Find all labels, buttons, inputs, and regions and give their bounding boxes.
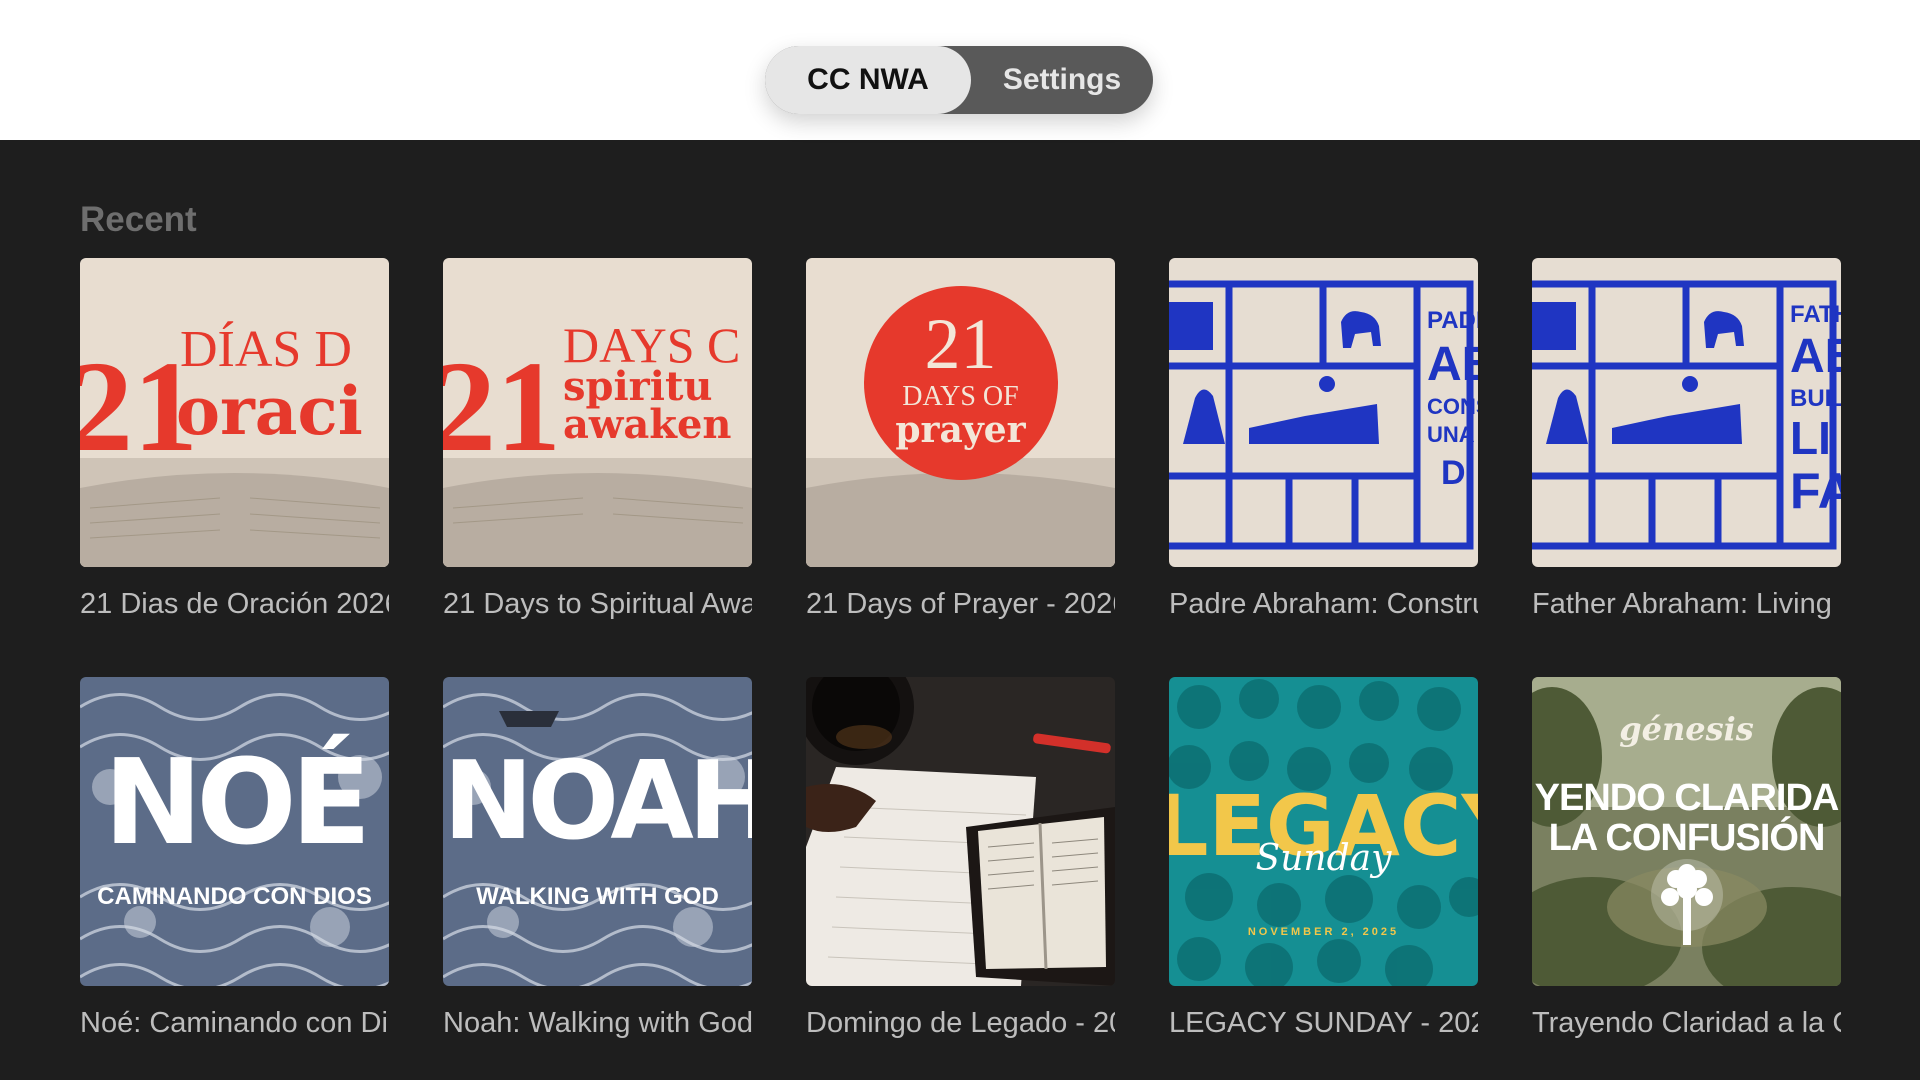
art-side-1: FATH bbox=[1790, 301, 1841, 328]
thumbnail-legacy-sunday: LEGACY Sunday NOVEMBER 2, 2025 bbox=[1169, 677, 1478, 986]
media-card[interactable]: FATH ABR BUIL LI FA Father Abraham: Livi… bbox=[1532, 258, 1841, 638]
tab-settings[interactable]: Settings bbox=[971, 46, 1153, 114]
item-title: Noah: Walking with God bbox=[443, 1007, 752, 1039]
recent-grid: 21 DÍAS D oraci 21 Dias de Oración 2026 … bbox=[80, 258, 1841, 1058]
thumbnail-noah: NOAH WALKING WITH GOD bbox=[443, 677, 752, 986]
art-line-1: DAYS OF bbox=[902, 381, 1019, 412]
thumbnail-padre-abraham: PADI ABR CONS UNA DI bbox=[1169, 258, 1478, 567]
art-side-5: DI bbox=[1441, 454, 1475, 492]
art-side-3: BUIL bbox=[1790, 385, 1841, 412]
item-title: Noé: Caminando con Dios bbox=[80, 1007, 389, 1039]
art-line-2: LA CONFUSIÓN bbox=[1548, 817, 1826, 859]
art-side-5: FA bbox=[1790, 463, 1841, 519]
item-title: 21 Days of Prayer - 2026 bbox=[806, 588, 1115, 620]
art-side-4: UNA bbox=[1427, 422, 1475, 447]
art-small-title: génesis bbox=[1619, 710, 1754, 748]
tab-bar: CC NWA Settings bbox=[765, 46, 1153, 114]
art-subtitle: WALKING WITH GOD bbox=[476, 883, 719, 910]
art-big-number: 21 bbox=[443, 335, 561, 479]
media-card[interactable]: LEGACY Sunday NOVEMBER 2, 2025 LEGACY SU… bbox=[1169, 677, 1478, 1057]
thumbnail-21-days-spiritual: 21 DAYS C spiritu awaken bbox=[443, 258, 752, 567]
media-card[interactable]: Domingo de Legado - 2025 bbox=[806, 677, 1115, 1057]
top-bar: CC NWA Settings bbox=[0, 0, 1920, 140]
art-side-2: ABR bbox=[1790, 330, 1841, 383]
media-card[interactable]: NOÉ CAMINANDO CON DIOS Noé: Caminando co… bbox=[80, 677, 389, 1057]
thumbnail-domingo-legado bbox=[806, 677, 1115, 986]
thumbnail-21-days-prayer: 21 DAYS OF prayer bbox=[806, 258, 1115, 567]
thumbnail-trayendo-claridad: génesis YENDO CLARIDA LA CONFUSIÓN bbox=[1532, 677, 1841, 986]
item-title: Trayendo Claridad a la Confusión bbox=[1532, 1007, 1841, 1039]
item-title: LEGACY SUNDAY - 2025 bbox=[1169, 1007, 1478, 1039]
art-subtitle: CAMINANDO CON DIOS bbox=[97, 883, 372, 910]
thumbnail-father-abraham: FATH ABR BUIL LI FA bbox=[1532, 258, 1841, 567]
art-title: NOÉ bbox=[103, 733, 372, 871]
art-title: NOAH bbox=[443, 739, 752, 864]
media-card[interactable]: génesis YENDO CLARIDA LA CONFUSIÓN Traye… bbox=[1532, 677, 1841, 1057]
media-card[interactable]: 21 DÍAS D oraci 21 Dias de Oración 2026 bbox=[80, 258, 389, 638]
media-card[interactable]: 21 DAYS OF prayer 21 Days of Prayer - 20… bbox=[806, 258, 1115, 638]
art-date: NOVEMBER 2, 2025 bbox=[1247, 926, 1400, 938]
item-title: Domingo de Legado - 2025 bbox=[806, 1007, 1115, 1039]
thumbnail-noe: NOÉ CAMINANDO CON DIOS bbox=[80, 677, 389, 986]
art-line-2: oraci bbox=[176, 372, 363, 450]
item-title: Padre Abraham: Construyendo una Vida de … bbox=[1169, 588, 1478, 620]
art-number: 21 bbox=[924, 304, 997, 384]
media-card[interactable]: PADI ABR CONS UNA DI Padre Abraham: Cons… bbox=[1169, 258, 1478, 638]
art-script: Sunday bbox=[1255, 838, 1392, 879]
art-line-3: awaken bbox=[563, 401, 732, 448]
art-side-2: ABR bbox=[1427, 338, 1478, 391]
tab-cc-nwa[interactable]: CC NWA bbox=[765, 46, 971, 114]
art-line-2: prayer bbox=[895, 409, 1026, 451]
thumbnail-21-dias: 21 DÍAS D oraci bbox=[80, 258, 389, 567]
art-side-1: PADI bbox=[1427, 307, 1478, 334]
art-side-4: LI bbox=[1790, 412, 1831, 464]
art-side-3: CONS bbox=[1427, 394, 1478, 419]
art-line-1: YENDO CLARIDA bbox=[1534, 777, 1840, 819]
art-line-1: DÍAS D bbox=[180, 320, 352, 378]
section-title-recent: Recent bbox=[80, 200, 197, 239]
item-title: 21 Dias de Oración 2026 bbox=[80, 588, 389, 620]
media-card[interactable]: NOAH WALKING WITH GOD Noah: Walking with… bbox=[443, 677, 752, 1057]
item-title: 21 Days to Spiritual Awakening bbox=[443, 588, 752, 620]
media-card[interactable]: 21 DAYS C spiritu awaken 21 Days to Spir… bbox=[443, 258, 752, 638]
item-title: Father Abraham: Living a Life of Faith bbox=[1532, 588, 1841, 620]
